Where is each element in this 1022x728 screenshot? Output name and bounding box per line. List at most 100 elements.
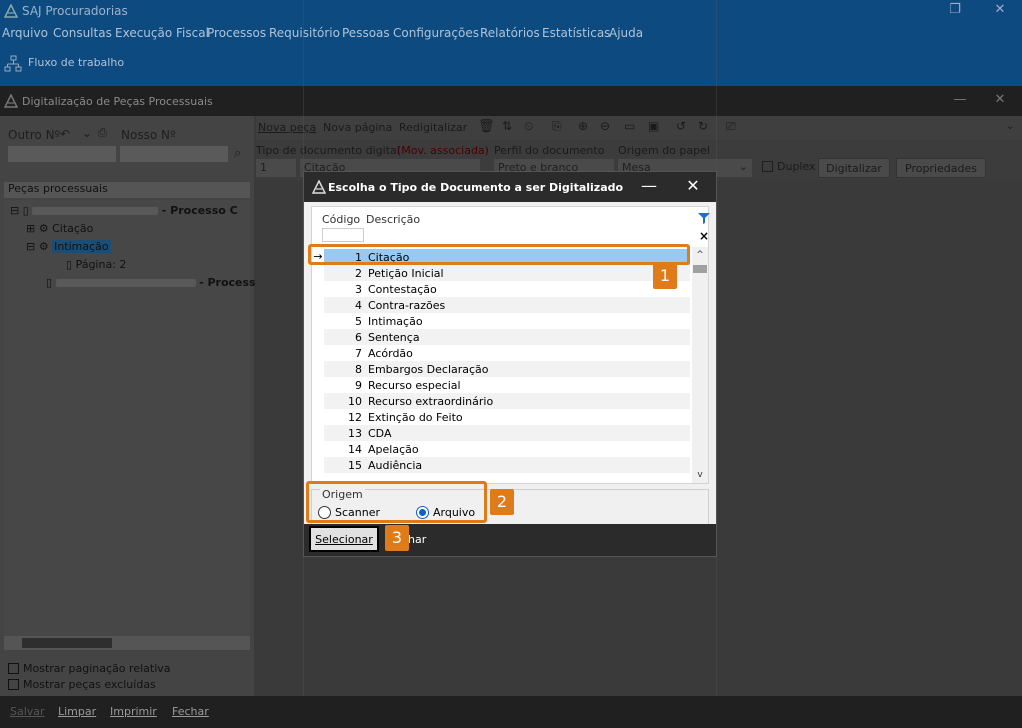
table-row[interactable]: 3 Contestação: [312, 281, 692, 297]
row-code: 10: [348, 395, 362, 408]
menu-estatisticas[interactable]: Estatísticas: [542, 26, 610, 40]
bookmark-icon[interactable]: ⎙: [98, 126, 107, 140]
menu-relatorios[interactable]: Relatórios: [480, 26, 540, 40]
rotate-left-icon[interactable]: ↺: [676, 119, 686, 133]
row-code: 3: [355, 283, 362, 296]
col-descricao[interactable]: Descrição: [366, 213, 420, 226]
col-codigo[interactable]: Código: [322, 213, 360, 226]
chevron-down-icon[interactable]: ⌄: [82, 126, 92, 140]
clear-filter-icon[interactable]: ×: [697, 229, 711, 243]
table-row[interactable]: 13 CDA: [312, 425, 692, 441]
menu-arquivo[interactable]: Arquivo: [2, 26, 48, 40]
close-window-icon[interactable]: ✕: [990, 92, 1010, 110]
digitalizar-button[interactable]: Digitalizar: [818, 158, 890, 178]
nova-peca-button[interactable]: Nova peça: [258, 121, 316, 134]
scanner-settings-icon[interactable]: ⎚: [726, 119, 736, 134]
table-row[interactable]: 6 Sentença: [312, 329, 692, 345]
menu-consultas[interactable]: Consultas: [53, 26, 112, 40]
restore-icon[interactable]: ❐: [945, 2, 965, 20]
row-cell[interactable]: 5 Intimação: [324, 313, 690, 329]
tipo-code-input[interactable]: 1: [256, 159, 296, 177]
scroll-up-icon[interactable]: ^: [692, 247, 708, 263]
rotate-right-icon[interactable]: ↻: [698, 119, 708, 133]
menu-configuracoes[interactable]: Configurações: [393, 26, 479, 40]
table-row[interactable]: 5 Intimação: [312, 313, 692, 329]
row-cell[interactable]: 4 Contra-razões: [324, 297, 690, 313]
copy-icon[interactable]: ⎘: [552, 119, 562, 134]
scroll-thumb[interactable]: [22, 638, 112, 648]
table-row[interactable]: 9 Recurso especial: [312, 377, 692, 393]
search-icon[interactable]: ⌕: [234, 146, 241, 161]
table-row[interactable]: 2 Petição Inicial: [312, 265, 692, 281]
paginacao-checkbox[interactable]: Mostrar paginação relativa: [8, 662, 171, 675]
close-app-icon[interactable]: ✕: [990, 2, 1010, 20]
table-row[interactable]: 7 Acórdão: [312, 345, 692, 361]
zoom-out-icon[interactable]: ⊖: [600, 119, 610, 133]
zoom-in-icon[interactable]: ⊕: [578, 119, 588, 133]
move-icon[interactable]: ⇅: [502, 119, 512, 133]
tree-node-pagina[interactable]: ▯ Página: 2: [66, 258, 126, 271]
selecionar-button[interactable]: Selecionar: [309, 526, 379, 552]
row-cell[interactable]: 6 Sentença: [324, 329, 690, 345]
table-row[interactable]: 12 Extinção do Feito: [312, 409, 692, 425]
row-indicator: [312, 313, 324, 329]
table-row[interactable]: 8 Embargos Declaração: [312, 361, 692, 377]
row-cell[interactable]: 14 Apelação: [324, 441, 690, 457]
table-row[interactable]: 15 Audiência: [312, 457, 692, 473]
scroll-down-icon[interactable]: v: [692, 467, 708, 483]
excluidas-checkbox[interactable]: Mostrar peças excluídas: [8, 678, 156, 691]
row-cell[interactable]: 12 Extinção do Feito: [324, 409, 690, 425]
row-cell[interactable]: 7 Acórdão: [324, 345, 690, 361]
row-cell[interactable]: 2 Petição Inicial: [324, 265, 690, 281]
menu-pessoas[interactable]: Pessoas: [342, 26, 390, 40]
scroll-thumb[interactable]: [693, 265, 707, 273]
nosso-input[interactable]: [120, 146, 228, 162]
grid-vscrollbar[interactable]: ^ v: [692, 247, 708, 483]
tree-hscrollbar[interactable]: [4, 636, 250, 650]
menu-ajuda[interactable]: Ajuda: [609, 26, 643, 40]
row-description: Apelação: [368, 443, 419, 456]
workflow-icon[interactable]: [4, 55, 22, 73]
fit-width-icon[interactable]: ▭: [624, 119, 635, 133]
row-cell[interactable]: 15 Audiência: [324, 457, 690, 473]
outro-input[interactable]: [8, 146, 116, 162]
minimize-icon[interactable]: —: [640, 176, 658, 196]
row-cell[interactable]: 9 Recurso especial: [324, 377, 690, 393]
history-icon[interactable]: ⏲: [524, 119, 533, 134]
menu-processos[interactable]: Processos: [207, 26, 266, 40]
row-code: 9: [355, 379, 362, 392]
fit-page-icon[interactable]: ▣: [648, 119, 659, 133]
filter-icon[interactable]: [697, 211, 711, 225]
workflow-label[interactable]: Fluxo de trabalho: [28, 56, 124, 69]
salvar-button[interactable]: Salvar: [10, 705, 45, 718]
toolbar-overflow-icon[interactable]: ⌄: [1006, 121, 1014, 132]
pecas-header: Peças processuais: [4, 182, 250, 198]
tree-node-citacao[interactable]: ⊞ ⚙ Citação: [26, 222, 93, 235]
menu-requisitorio[interactable]: Requisitório: [269, 26, 340, 40]
menu-execucao-fiscal[interactable]: Execução Fiscal: [115, 26, 209, 40]
undo-icon[interactable]: ↶: [60, 127, 70, 141]
tree-node-process2[interactable]: ▯ - Process: [46, 276, 256, 289]
table-row[interactable]: 14 Apelação: [312, 441, 692, 457]
minimize-icon[interactable]: —: [950, 92, 970, 110]
tree-node-intimacao[interactable]: ⊟ ⚙ Intimação: [26, 240, 111, 253]
propriedades-button[interactable]: Propriedades: [896, 158, 986, 178]
row-cell[interactable]: 3 Contestação: [324, 281, 690, 297]
trash-icon[interactable]: 🗑: [478, 119, 495, 134]
table-row[interactable]: 4 Contra-razões: [312, 297, 692, 313]
row-code: 12: [348, 411, 362, 424]
close-icon[interactable]: ✕: [684, 176, 702, 196]
table-row[interactable]: 10 Recurso extraordinário: [312, 393, 692, 409]
fechar-button[interactable]: Fechar: [172, 705, 209, 718]
row-cell[interactable]: 8 Embargos Declaração: [324, 361, 690, 377]
duplex-checkbox[interactable]: [762, 161, 773, 172]
row-cell[interactable]: 10 Recurso extraordinário: [324, 393, 690, 409]
tree-node-process1[interactable]: ⊟ ▯ - Processo C: [10, 204, 238, 217]
nova-pagina-button[interactable]: Nova página: [323, 121, 392, 134]
limpar-button[interactable]: Limpar: [58, 705, 96, 718]
row-cell[interactable]: 13 CDA: [324, 425, 690, 441]
redigitalizar-button[interactable]: Redigitalizar: [399, 121, 467, 134]
codigo-filter-input[interactable]: [322, 228, 364, 242]
imprimir-button[interactable]: Imprimir: [110, 705, 157, 718]
dialog-fechar-button[interactable]: har: [408, 533, 426, 546]
